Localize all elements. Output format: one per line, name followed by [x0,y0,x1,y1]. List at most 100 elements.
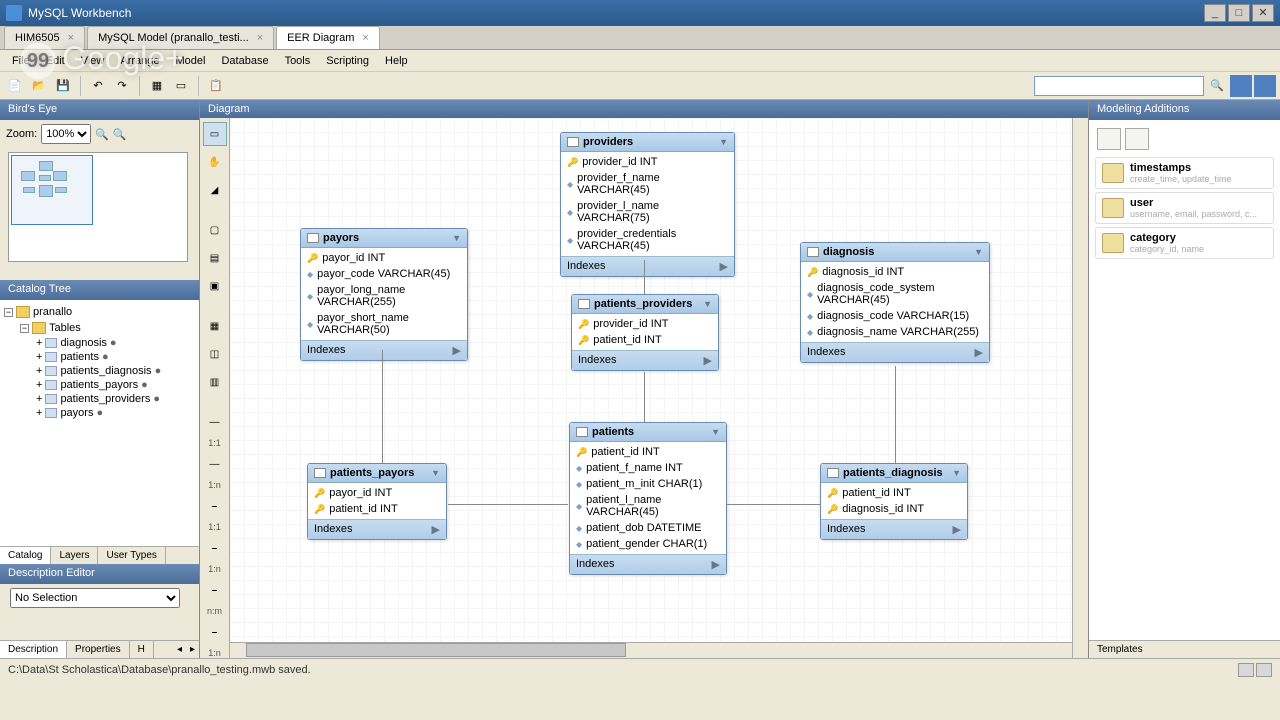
selection-dropdown[interactable]: No Selection [10,588,180,608]
save-icon[interactable]: 💾 [52,75,74,97]
description-editor: No Selection [0,584,199,640]
maximize-button[interactable]: □ [1228,4,1250,22]
zoom-in-icon[interactable]: 🔍 [95,128,109,141]
tab-user-types[interactable]: User Types [98,547,165,564]
note-tool[interactable]: ▤ [203,246,227,270]
close-button[interactable]: ✕ [1252,4,1274,22]
rel-n-m-tool[interactable]: ⎯ [203,578,227,602]
tab-description[interactable]: Description [0,641,67,658]
tree-table-patients_payors[interactable]: +patients_payors ● [36,378,195,392]
scroll-right-icon[interactable]: ▸ [186,642,199,657]
menu-edit[interactable]: Edit [38,52,73,70]
tab-home[interactable]: HIM6505× [4,26,85,49]
rel-existing-tool[interactable]: ⎯ [203,620,227,644]
tab-layers[interactable]: Layers [51,547,98,564]
toolbar: 📄 📂 💾 ↶ ↷ ▦ ▭ 📋 🔍 [0,72,1280,100]
routine-tool[interactable]: ▥ [203,370,227,394]
redo-icon[interactable]: ↷ [111,75,133,97]
birds-eye-preview[interactable] [8,152,188,262]
entity-patients_payors[interactable]: patients_payors▼🔑payor_id INT🔑patient_id… [307,463,447,540]
layer-tool[interactable]: ▢ [203,218,227,242]
zoom-out-icon[interactable]: 🔍 [113,128,127,141]
menu-database[interactable]: Database [213,52,276,70]
search-icon[interactable]: 🔍 [1206,75,1228,97]
diagram-canvas[interactable]: providers▼🔑provider_id INT◆provider_f_na… [230,118,1072,642]
new-file-icon[interactable]: 📄 [4,75,26,97]
status-box-2 [1256,663,1272,677]
app-icon [6,5,22,21]
eraser-tool[interactable]: ◢ [203,178,227,202]
tab-properties[interactable]: Properties [67,641,130,658]
horizontal-scrollbar[interactable] [230,642,1072,658]
align-icon[interactable]: ▭ [170,75,192,97]
status-box-1 [1238,663,1254,677]
app-title: MySQL Workbench [28,6,1202,20]
catalog-tabs: Catalog Layers User Types [0,546,199,564]
addon-btn-1[interactable] [1097,128,1121,150]
entity-patients[interactable]: patients▼🔑patient_id INT◆patient_f_name … [569,422,727,575]
rel-1-n-id-tool[interactable]: ⎯ [203,536,227,560]
zoom-label: Zoom: [6,128,37,140]
tab-history[interactable]: H [130,641,154,658]
addon-category[interactable]: categorycategory_id, name [1095,227,1274,259]
tool-palette: ▭ ✋ ◢ ▢ ▤ ▣ ▦ ◫ ▥ —1:1 —1:n ⎯1:1 ⎯1:n ⎯n… [200,118,230,658]
hand-tool[interactable]: ✋ [203,150,227,174]
templates-tab[interactable]: Templates [1089,640,1280,658]
tab-eer-diagram[interactable]: EER Diagram× [276,26,380,49]
catalog-tree[interactable]: −pranallo −Tables +diagnosis ●+patients … [0,300,199,546]
menu-tools[interactable]: Tools [277,52,319,70]
tables-node[interactable]: −Tables [20,320,195,336]
entity-providers[interactable]: providers▼🔑provider_id INT◆provider_f_na… [560,132,735,277]
tree-table-patients_providers[interactable]: +patients_providers ● [36,392,195,406]
menu-model[interactable]: Model [168,52,214,70]
menu-arrange[interactable]: Arrange [112,52,167,70]
entity-patients_providers[interactable]: patients_providers▼🔑provider_id INT🔑pati… [571,294,719,371]
document-tabs: HIM6505× MySQL Model (pranallo_testi...×… [0,26,1280,50]
tab-catalog[interactable]: Catalog [0,547,51,564]
addon-timestamps[interactable]: timestampscreate_time, update_time [1095,157,1274,189]
menu-scripting[interactable]: Scripting [318,52,377,70]
zoom-select[interactable]: 100% [41,124,91,144]
entity-diagnosis[interactable]: diagnosis▼🔑diagnosis_id INT◆diagnosis_co… [800,242,990,363]
addon-btn-2[interactable] [1125,128,1149,150]
rel-1-1-tool[interactable]: — [203,410,227,434]
image-tool[interactable]: ▣ [203,274,227,298]
additions-header: Modeling Additions [1089,100,1280,120]
rel-1-1-id-tool[interactable]: ⎯ [203,494,227,518]
menu-help[interactable]: Help [377,52,416,70]
search-input[interactable] [1034,76,1204,96]
tree-table-patients[interactable]: +patients ● [36,350,195,364]
tree-table-diagnosis[interactable]: +diagnosis ● [36,336,195,350]
undo-icon[interactable]: ↶ [87,75,109,97]
pointer-tool[interactable]: ▭ [203,122,227,146]
desc-tabs: Description Properties H ◂▸ [0,640,199,658]
scroll-left-icon[interactable]: ◂ [173,642,186,657]
export-icon[interactable]: 📋 [205,75,227,97]
grid-icon[interactable]: ▦ [146,75,168,97]
status-bar: C:\Data\St Scholastica\Database\pranallo… [0,658,1280,680]
table-tool[interactable]: ▦ [203,314,227,338]
menu-view[interactable]: View [73,52,113,70]
tree-table-patients_diagnosis[interactable]: +patients_diagnosis ● [36,364,195,378]
entity-payors[interactable]: payors▼🔑payor_id INT◆payor_code VARCHAR(… [300,228,468,361]
rel-line [382,350,383,463]
tab-model[interactable]: MySQL Model (pranallo_testi...× [87,26,274,49]
close-icon[interactable]: × [362,32,368,44]
menu-file[interactable]: File [4,52,38,70]
birds-eye-panel: Zoom: 100% 🔍 🔍 [0,120,199,280]
close-icon[interactable]: × [257,32,263,44]
close-icon[interactable]: × [68,32,74,44]
open-file-icon[interactable]: 📂 [28,75,50,97]
schema-node[interactable]: −pranallo [4,304,195,320]
view-tool[interactable]: ◫ [203,342,227,366]
rel-1-n-tool[interactable]: — [203,452,227,476]
panel-toggle-2[interactable] [1254,75,1276,97]
vertical-scrollbar[interactable] [1072,118,1088,658]
tree-table-payors[interactable]: +payors ● [36,406,195,420]
addon-user[interactable]: userusername, email, password, c... [1095,192,1274,224]
right-sidebar: Modeling Additions timestampscreate_time… [1088,100,1280,658]
catalog-header: Catalog Tree [0,280,199,300]
panel-toggle-1[interactable] [1230,75,1252,97]
minimize-button[interactable]: _ [1204,4,1226,22]
entity-patients_diagnosis[interactable]: patients_diagnosis▼🔑patient_id INT🔑diagn… [820,463,968,540]
